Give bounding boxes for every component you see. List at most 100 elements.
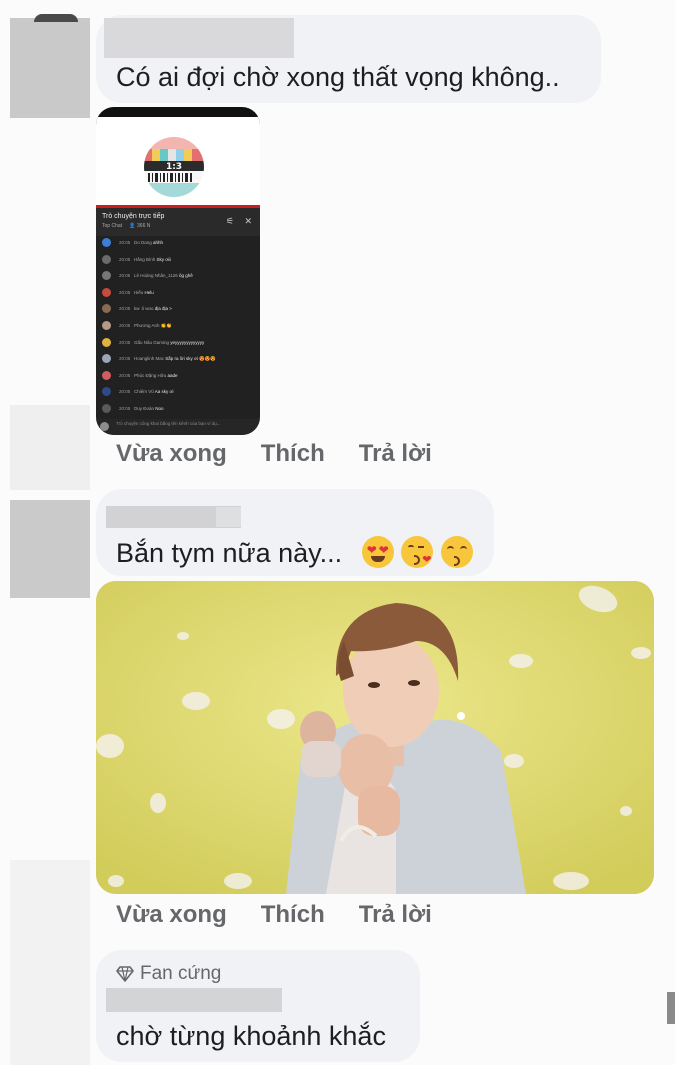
reply-button[interactable]: Trả lời	[359, 440, 432, 468]
comment-bubble: Có ai đợi chờ xong thất vọng không..	[96, 15, 601, 103]
chat-time: 20:05	[119, 406, 131, 411]
chat-author: Phương Anh 👏👏	[134, 323, 172, 328]
diamond-icon	[116, 966, 134, 982]
comment-actions: Vừa xong Thích Trả lời	[116, 901, 432, 929]
comment-text: Có ai đợi chờ xong thất vọng không..	[116, 62, 560, 92]
chat-message: 20:05 Phúc Đặng Hữu aade	[102, 370, 258, 382]
close-icon: ✕	[244, 216, 252, 226]
chat-author: Chiêm Vũ Aa sky ơi	[134, 389, 174, 395]
chat-time: 20:05	[119, 356, 131, 362]
chat-avatar	[102, 238, 111, 247]
chat-text: yeyyyyyyyyyyyyy	[170, 339, 205, 345]
chat-text: Sắp ra lời sky ơi 😍😍😍	[165, 356, 217, 362]
reply-button[interactable]: Trả lời	[359, 901, 432, 929]
chat-time: 20:05	[119, 372, 131, 378]
scrollbar-thumb[interactable]	[667, 992, 675, 1024]
chat-time: 20:05	[119, 240, 131, 245]
viewer-icon: 👤	[129, 223, 136, 229]
chat-text: ôg ghê	[178, 273, 193, 279]
chat-message: 20:05 Duy Đoàn Noo	[102, 403, 258, 415]
chat-message: 20:05 Gấu Nâu Gaming yeyyyyyyyyyyyyy	[102, 337, 258, 349]
timestamp[interactable]: Vừa xong	[116, 440, 227, 468]
chat-time: 20:05	[119, 389, 131, 395]
chat-author: Hiếu Helu	[134, 289, 154, 295]
chat-time: 20:05	[119, 289, 131, 295]
kissing-heart-emoji: ❤	[401, 536, 434, 568]
user-avatar-small	[100, 422, 109, 431]
avatar[interactable]	[10, 500, 90, 598]
chat-avatar	[102, 287, 111, 297]
chat-message: 20:05 Chiêm Vũ Aa sky ơi	[102, 386, 258, 398]
chat-time: 20:05	[119, 339, 131, 345]
fan-badge-label: Fan cứng	[140, 963, 222, 984]
chat-author: Lê Hoàng Nhân_1126 ôg ghê	[134, 273, 193, 279]
chat-author: Do Dang ahhh	[134, 240, 164, 245]
kissing-smiling-eyes-emoji	[440, 536, 473, 568]
comment-text: Bắn tym nữa này... ❤ ❤ ❤	[116, 536, 473, 569]
chat-text: 👏👏	[160, 323, 172, 328]
chat-time: 20:05	[119, 306, 131, 312]
chat-message: 20:05 Lê Hoàng Nhân_1126 ôg ghê	[102, 270, 258, 282]
chat-time: 20:05	[119, 323, 131, 328]
chat-avatar	[102, 271, 111, 281]
chat-message: 20:05 Phương Anh 👏👏	[102, 320, 258, 332]
live-chat-header: Trò chuyện trực tiếp Top Chat 👤 366 N ⚟ …	[96, 208, 260, 236]
chat-avatar	[102, 304, 111, 314]
author-name[interactable]	[106, 988, 282, 1012]
author-name[interactable]	[104, 18, 294, 58]
chat-message: 20:05 Hằng Bình Sky ơiii	[102, 254, 258, 266]
clock-text: 1:3	[166, 162, 182, 172]
chat-avatar	[102, 254, 111, 264]
thread-line	[10, 405, 90, 490]
live-chat-title: Trò chuyện trực tiếp	[102, 213, 165, 220]
viewer-count: 366 N	[137, 223, 151, 229]
comment-actions: Vừa xong Thích Trả lời	[116, 440, 432, 468]
attached-photo[interactable]	[96, 581, 654, 894]
chat-text: Sky ơiii	[156, 256, 172, 262]
comment-body: Bắn tym nữa này...	[116, 538, 343, 568]
chat-message: 20:05 Hiếu Helu	[102, 287, 258, 299]
chat-message: 20:05 Do Dang ahhh	[102, 237, 258, 249]
chat-avatar	[102, 354, 111, 364]
chat-avatar	[102, 404, 111, 413]
chat-text: địa địa >	[154, 306, 172, 312]
test-pattern-logo: 1:3	[144, 137, 204, 197]
chat-author: Gấu Nâu Gaming yeyyyyyyyyyyyyy	[134, 339, 205, 345]
chat-time: 20:05	[119, 256, 131, 262]
chat-input-hint: Trò chuyện công khai bằng tên kênh của b…	[96, 419, 260, 435]
chat-controls: ⚟ ✕	[226, 216, 252, 227]
fan-badge: Fan cứng	[116, 963, 221, 985]
video-thumbnail: 1:3	[96, 107, 260, 207]
like-button[interactable]: Thích	[261, 440, 325, 468]
comment-text: chờ từng khoảnh khắc	[116, 1021, 386, 1051]
chat-mode: Top Chat	[102, 223, 123, 229]
chat-message: 20:05 kw .li woo địa địa >	[102, 303, 258, 315]
comment-bubble: Fan cứng chờ từng khoảnh khắc	[96, 950, 420, 1062]
chat-avatar	[102, 370, 111, 380]
like-button[interactable]: Thích	[261, 901, 325, 929]
chat-text: Noo	[155, 406, 164, 411]
chat-avatar	[102, 321, 111, 330]
chat-author: Duy Đoàn Noo	[134, 406, 164, 411]
heart-eyes-emoji: ❤ ❤	[361, 536, 394, 568]
filter-icon: ⚟	[225, 216, 234, 226]
avatar-edge	[34, 14, 78, 22]
chat-author: kw .li woo địa địa >	[134, 306, 172, 312]
chat-text: Helu	[144, 289, 154, 295]
comment-bubble: Bắn tym nữa này... ❤ ❤ ❤	[96, 489, 494, 576]
timestamp[interactable]: Vừa xong	[116, 901, 227, 929]
chat-time: 20:05	[119, 273, 131, 279]
chat-text: Aa sky ơi	[154, 389, 174, 395]
chat-message: 20:05 Hoanglinh Mac Sắp ra lời sky ơi 😍😍😍	[102, 353, 258, 365]
thread-line	[10, 860, 90, 1065]
chat-avatar	[102, 387, 111, 397]
chat-author: Phúc Đặng Hữu aade	[134, 372, 178, 378]
finger-heart-photo	[96, 581, 654, 894]
chat-author: Hằng Bình Sky ơiii	[134, 256, 172, 262]
avatar[interactable]	[10, 18, 90, 118]
chat-text: aade	[167, 372, 178, 378]
chat-footer-text: Trò chuyện công khai bằng tên kênh của b…	[116, 421, 221, 426]
attached-screenshot[interactable]: 1:3 Trò chuyện trực tiếp Top Chat 👤 366 …	[96, 107, 260, 435]
chat-text: ahhh	[153, 240, 164, 245]
chat-avatar	[102, 337, 111, 347]
